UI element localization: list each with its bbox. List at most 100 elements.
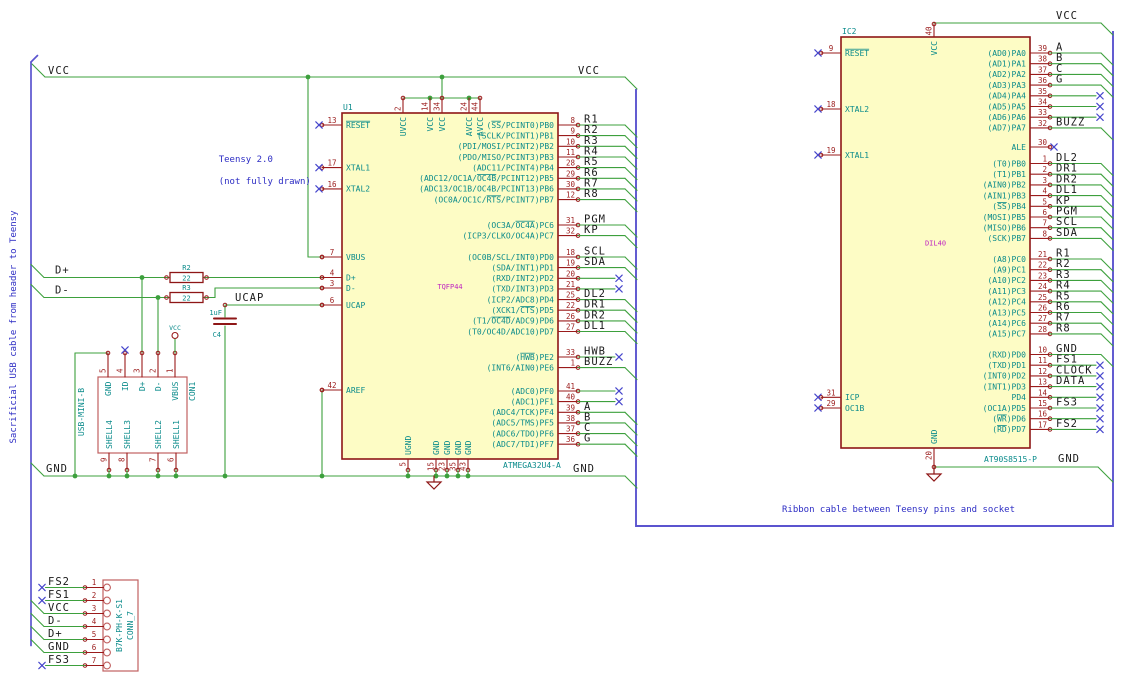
u1-atmega32u4-pin-name: D- [346,284,356,293]
u1-pin-number: 14 [421,101,430,111]
net-label-FS1[interactable]: FS1 [48,589,70,601]
capacitor-c4[interactable]: 1uF C4 [209,309,237,339]
ic2-at90s8515-pin-name: (A14)PC6 [987,319,1026,328]
u1-atmega32u4-ref[interactable]: U1 [343,103,353,112]
ic2-at90s8515[interactable]: IC2AT90S8515-PDIL4039(AD0)PA0 A38(AD1)PA1… [814,21,1114,470]
net-label-VCC[interactable]: VCC [1056,10,1078,22]
net-label-FS3[interactable]: FS3 [48,654,70,666]
ic2-at90s8515-pin-name: ICP [845,393,860,402]
net-label-BUZZ[interactable]: BUZZ [584,356,613,368]
ic2-at90s8515-pin-name: (INT0)PD2 [983,372,1027,381]
c4-ref[interactable]: C4 [213,331,221,339]
conn1-pin-name: SHELL2 [154,420,163,449]
net-label-FS2[interactable]: FS2 [48,576,70,588]
u1-pin-name: GND [443,440,452,455]
net-label-FS3[interactable]: FS3 [1056,397,1078,409]
u1-atmega32u4-pin-number: 12 [566,191,575,200]
u1-atmega32u4-pin-number: 18 [566,248,576,257]
ic2-at90s8515-pin-number: 3 [1042,176,1047,185]
net-label-DATA[interactable]: DATA [1056,375,1085,387]
net-label-G[interactable]: G [1056,74,1063,86]
u1-pin-name: GND [432,440,441,455]
net-label-D+[interactable]: D+ [48,628,63,640]
junction-dot [106,473,112,479]
ic2-at90s8515-pin-name: (AD5)PA5 [987,102,1026,111]
u1-atmega32u4-pin-name: (ADC0)PF0 [511,387,555,396]
u1-atmega32u4-package: TQFP44 [437,283,462,291]
resistor-r3-value[interactable]: 22 [182,295,190,303]
conn1-pin-number: 4 [116,368,125,373]
net-label-FS2[interactable]: FS2 [1056,418,1078,430]
ic2-at90s8515-pin-number: 21 [1038,250,1047,259]
net-label-VCC[interactable]: VCC [48,65,70,77]
ic2-at90s8515-pin-number: 17 [1038,420,1047,429]
conn1-pin-name: GND [104,381,113,396]
resistor-r3-ref[interactable]: R3 [182,284,190,292]
ic2-at90s8515-value[interactable]: AT90S8515-P [984,455,1037,464]
ic2-at90s8515-pin-number: 1 [1042,155,1047,164]
net-label-R8[interactable]: R8 [584,188,599,200]
net-label-R8[interactable]: R8 [1056,322,1071,334]
conn7-value[interactable]: B7K-PH-K-S1 [115,599,124,652]
u1-atmega32u4-pin-number: 29 [566,169,575,178]
net-label-GND[interactable]: GND [573,463,595,475]
conn1-pin-name: D+ [138,381,147,391]
u1-atmega32u4-pin-number: 30 [566,180,576,189]
net-label-SDA[interactable]: SDA [1056,227,1078,239]
conn1-ref[interactable]: CON1 [188,382,197,401]
u1-atmega32u4-pin-name: (T1/OC4D/ADC9)PD6 [472,317,554,326]
u1-pin-number: 23 [438,462,447,471]
net-label-G[interactable]: G [584,433,591,445]
u1-atmega32u4-pin-number: 1 [570,359,575,368]
net-label-BUZZ[interactable]: BUZZ [1056,116,1085,128]
net-label-SDA[interactable]: SDA [584,256,606,268]
u1-atmega32u4[interactable]: U1ATMEGA32U4-ATQFP448(SS/PCINT0)PB0 R19(S… [315,97,638,479]
net-label-DL1[interactable]: DL1 [584,320,606,332]
ic2-at90s8515-package: DIL40 [925,240,946,248]
c4-value[interactable]: 1uF [209,309,222,317]
junction-dot [305,74,311,80]
net-label-KP[interactable]: KP [584,224,599,236]
net-label-GND[interactable]: GND [1058,453,1080,465]
junction-dot [319,473,325,479]
ic2-at90s8515-pin-name: (A12)PC4 [987,298,1026,307]
u1-atmega32u4-pin-number: 27 [566,323,575,332]
net-label-VCC[interactable]: VCC [48,602,70,614]
net-label-VCC[interactable]: VCC [578,65,600,77]
conn1-value[interactable]: USB-MINI-B [77,388,86,436]
u1-atmega32u4-value[interactable]: ATMEGA32U4-A [503,461,561,470]
u1-atmega32u4-pin-number: 20 [566,269,576,278]
conn1-usb-mini-b[interactable]: CON1 USB-MINI-B 5 GND 4 ID 3 D+ 2 D- 1 VBUS VCC 9 SHEL… [77,324,197,479]
ic2-at90s8515-pin-name: PD4 [1012,393,1027,402]
resistor-r2-ref[interactable]: R2 [182,264,190,272]
gnd-symbol-u1 [425,475,443,490]
net-label-GND[interactable]: GND [46,463,68,475]
u1-atmega32u4-pin-name: (ADC4/TCK)PF4 [491,408,554,417]
net-label-D-[interactable]: D- [48,615,63,627]
conn7-header[interactable]: B7K-PH-K-S1 CONN_7 1 FS2 2 FS1 3 VCC 4 D- 5 D+ 6 GND 7… [30,576,139,672]
vcc-power-port [171,331,179,340]
ic2-at90s8515-pin-number: 9 [829,44,834,53]
u1-atmega32u4-pin-name: VBUS [346,253,365,262]
ic2-at90s8515-pin-name: ALE [1012,143,1027,152]
resistor-r2[interactable]: R222 [164,264,209,284]
net-label-UCAP[interactable]: UCAP [235,292,264,304]
u1-atmega32u4-pin-name: (XCK1/CTS)PD5 [491,306,554,315]
ic2-at90s8515-pin-name: (T0)PB0 [992,159,1026,168]
u1-atmega32u4-pin-name: (T0/OC4D/ADC10)PD7 [467,327,554,336]
ic2-at90s8515-pin-name: (RD)PD7 [992,425,1026,434]
net-label-D+[interactable]: D+ [55,265,70,277]
ic2-at90s8515-pin-name: (INT1)PD3 [983,382,1027,391]
conn1-pin-number: 9 [100,458,109,463]
net-label-D-[interactable]: D- [55,285,70,297]
conn7-pin-number: 4 [92,617,97,626]
resistor-r3[interactable]: R322 [164,284,209,304]
net-label-GND[interactable]: GND [48,641,70,653]
resistor-r2-value[interactable]: 22 [182,275,190,283]
conn7-pad [103,648,111,657]
junction-dot [173,473,179,479]
ic2-at90s8515-ref[interactable]: IC2 [842,27,857,36]
conn7-ref[interactable]: CONN_7 [126,611,135,640]
u1-atmega32u4-pin-number: 38 [566,414,576,423]
u1-pin-name: VCC [426,117,435,132]
